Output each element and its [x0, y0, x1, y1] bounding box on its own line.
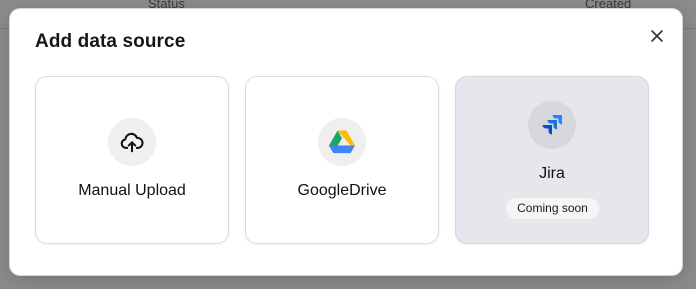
google-drive-card[interactable]: GoogleDrive [245, 76, 439, 244]
dialog-title: Add data source [35, 31, 186, 52]
manual-upload-icon-wrap [108, 118, 156, 166]
add-data-source-dialog: Add data source Manual Upload GoogleDriv… [10, 9, 682, 275]
jira-icon [542, 115, 562, 135]
manual-upload-card[interactable]: Manual Upload [35, 76, 229, 244]
jira-card: Jira Coming soon [455, 76, 649, 244]
source-options: Manual Upload GoogleDrive Jira Coming so… [35, 76, 650, 244]
manual-upload-label: Manual Upload [78, 182, 186, 199]
close-icon [651, 30, 663, 42]
page-backdrop: Status Created Add data source Manual Up… [0, 0, 696, 289]
close-button[interactable] [645, 24, 669, 48]
google-drive-label: GoogleDrive [297, 182, 387, 199]
cloud-upload-icon [120, 132, 144, 153]
jira-icon-wrap [528, 101, 576, 149]
google-drive-icon [329, 130, 355, 154]
google-drive-icon-wrap [318, 118, 366, 166]
coming-soon-badge: Coming soon [506, 198, 599, 219]
jira-label: Jira [539, 165, 565, 182]
